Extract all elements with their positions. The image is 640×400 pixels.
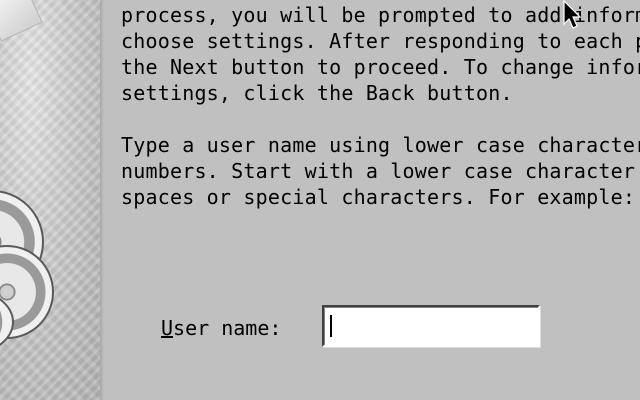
instructions-paragraph-2: Type a user name using lower case charac… <box>121 132 640 210</box>
username-label-mnemonic: U <box>161 316 174 340</box>
side-graphic <box>0 0 104 400</box>
instruction-line: settings, click the Back button. <box>121 81 513 105</box>
username-field-frame[interactable] <box>322 305 540 347</box>
mouse-pointer-icon <box>563 0 582 29</box>
instruction-line: spaces or special characters. For exampl… <box>121 185 640 209</box>
username-input[interactable] <box>324 307 538 345</box>
instruction-line: the Next button to proceed. To change in… <box>121 55 640 79</box>
installer-screen: process, you will be prompted to add inf… <box>0 0 640 400</box>
username-label: User name: <box>161 315 281 341</box>
instruction-line: numbers. Start with a lower case charact… <box>121 159 640 183</box>
instruction-line: Type a user name using lower case charac… <box>121 133 640 157</box>
side-graphic-edge <box>100 0 104 400</box>
username-label-text: ser name: <box>173 316 282 340</box>
instruction-line: choose settings. After responding to eac… <box>121 29 640 53</box>
text-caret <box>330 315 332 337</box>
